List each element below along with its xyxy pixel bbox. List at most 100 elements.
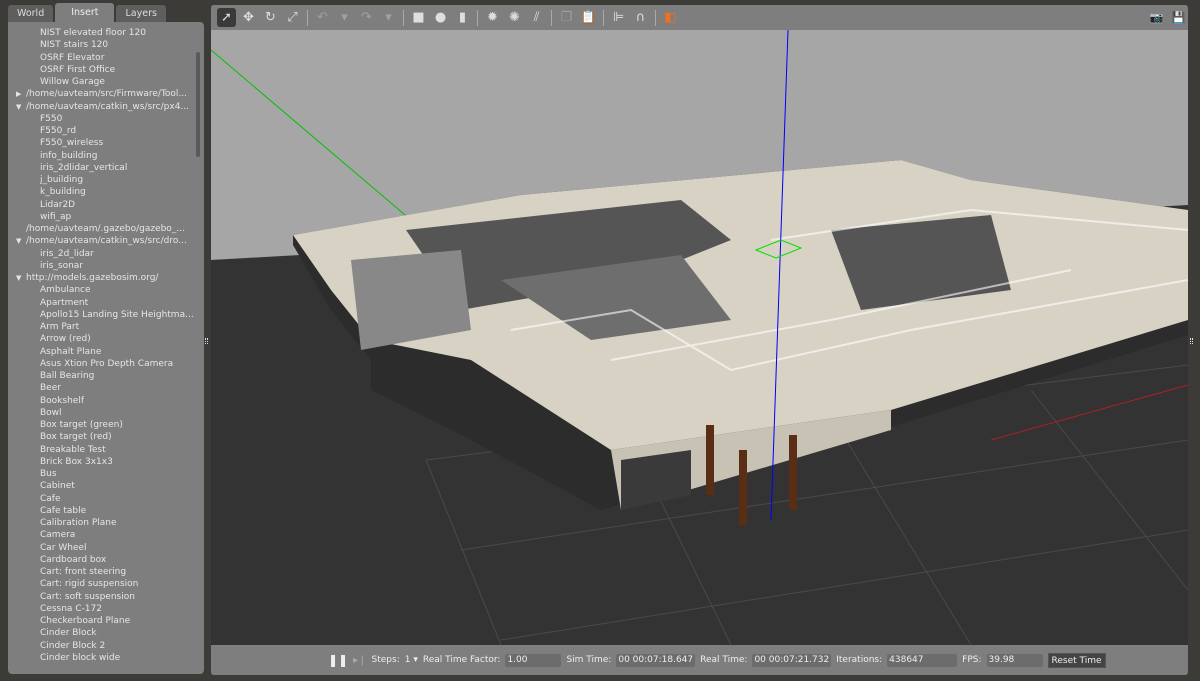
list-item[interactable]: iris_2d_lidar (8, 248, 204, 260)
list-item[interactable]: /home/uavteam/.gazebo/gazebo_... (8, 223, 204, 235)
list-item[interactable]: Cinder block wide (8, 652, 204, 664)
sim-time-value: 00 00:07:18.647 (616, 653, 696, 667)
3d-scene[interactable] (211, 29, 1188, 646)
list-item[interactable]: OSRF First Office (8, 64, 204, 76)
list-item[interactable]: Apollo15 Landing Site Heightma... (8, 309, 204, 321)
redo-dropdown-icon[interactable]: ▾ (379, 8, 398, 27)
directional-light-icon[interactable]: ⫽ (527, 8, 546, 27)
redo-icon[interactable]: ↷ (357, 8, 376, 27)
list-item[interactable]: Cardboard box (8, 554, 204, 566)
list-item[interactable]: Arm Part (8, 321, 204, 333)
list-item-label: Cinder Block (40, 628, 97, 639)
splitter-handle[interactable] (205, 338, 208, 344)
list-item[interactable]: Checkerboard Plane (8, 615, 204, 627)
list-item[interactable]: Bookshelf (8, 395, 204, 407)
list-item[interactable]: Camera (8, 529, 204, 541)
list-item[interactable]: Cart: rigid suspension (8, 578, 204, 590)
list-item[interactable]: Bus (8, 468, 204, 480)
list-item-label: Brick Box 3x1x3 (40, 456, 113, 467)
real-time-label: Real Time: (700, 655, 748, 665)
snap-icon[interactable]: ∩ (631, 8, 650, 27)
expand-arrow-icon[interactable]: ▼ (16, 235, 26, 247)
list-item[interactable]: Cinder Block 2 (8, 640, 204, 652)
copy-icon[interactable]: ❐ (557, 8, 576, 27)
model-list[interactable]: NIST elevated floor 120 NIST stairs 120 OS… (8, 22, 204, 674)
cylinder-icon[interactable]: ▮ (453, 8, 472, 27)
list-item[interactable]: Cafe table (8, 505, 204, 517)
list-item[interactable]: Cart: soft suspension (8, 591, 204, 603)
iterations-value: 438647 (887, 653, 958, 667)
point-light-icon[interactable]: ✹ (483, 8, 502, 27)
list-item[interactable]: iris_sonar (8, 260, 204, 272)
list-item[interactable]: Bowl (8, 407, 204, 419)
list-item[interactable]: Ball Bearing (8, 370, 204, 382)
align-icon[interactable]: ⊫ (609, 8, 628, 27)
list-item-label: Checkerboard Plane (40, 616, 131, 626)
scale-mode-icon[interactable]: ⤢ (283, 8, 302, 27)
rotate-mode-icon[interactable]: ↻ (261, 8, 280, 27)
screenshot-icon[interactable]: 📷 (1147, 8, 1166, 27)
list-item[interactable]: ▼/home/uavteam/catkin_ws/src/px4... (8, 101, 204, 113)
list-item[interactable]: Cafe (8, 493, 204, 505)
list-item[interactable]: Cabinet (8, 480, 204, 492)
step-button[interactable]: ▸❘ (353, 655, 366, 666)
list-item[interactable]: Brick Box 3x1x3 (8, 456, 204, 468)
list-item[interactable]: j_building (8, 174, 204, 186)
tab-world[interactable]: World (8, 5, 54, 22)
box-icon[interactable]: ■ (409, 8, 428, 27)
expand-arrow-icon[interactable]: ▼ (16, 101, 26, 113)
select-mode-icon[interactable]: ➚ (217, 8, 236, 27)
list-item[interactable]: NIST elevated floor 120 (8, 27, 204, 39)
list-item[interactable]: k_building (8, 186, 204, 198)
sphere-icon[interactable]: ● (431, 8, 450, 27)
list-item[interactable]: Car Wheel (8, 542, 204, 554)
panel-tabs: World Insert Layers (8, 3, 166, 22)
list-item[interactable]: wifi_ap (8, 211, 204, 223)
list-item[interactable]: Cinder Block (8, 627, 204, 639)
list-item[interactable]: Cessna C-172 (8, 603, 204, 615)
paste-icon[interactable]: 📋 (579, 8, 598, 27)
reset-time-button[interactable]: Reset Time (1047, 652, 1106, 668)
list-item-label: /home/uavteam/src/Firmware/Tool... (26, 89, 188, 100)
list-item[interactable]: Breakable Test (8, 444, 204, 456)
list-item[interactable]: ▶/home/uavteam/src/Firmware/Tool... (8, 88, 204, 100)
list-item[interactable]: Box target (green) (8, 419, 204, 431)
list-item[interactable]: Beer (8, 382, 204, 394)
splitter-handle-right[interactable] (1190, 338, 1193, 344)
list-item[interactable]: ▼/home/uavteam/catkin_ws/src/dro... (8, 235, 204, 247)
list-item[interactable]: Calibration Plane (8, 517, 204, 529)
translate-mode-icon[interactable]: ✥ (239, 8, 258, 27)
list-item[interactable]: F550 (8, 113, 204, 125)
list-item[interactable]: Willow Garage (8, 76, 204, 88)
tab-insert[interactable]: Insert (55, 3, 115, 22)
tab-layers[interactable]: Layers (116, 5, 166, 22)
log-icon[interactable]: 💾 (1169, 8, 1188, 27)
list-item[interactable]: F550_wireless (8, 137, 204, 149)
steps-spinner[interactable]: 1 ▾ (405, 655, 418, 665)
list-item[interactable]: iris_2dlidar_vertical (8, 162, 204, 174)
expand-arrow-icon[interactable]: ▶ (16, 88, 26, 100)
list-item[interactable]: Arrow (red) (8, 333, 204, 345)
list-item-label: http://models.gazebosim.org/ (26, 273, 159, 283)
undo-icon[interactable]: ↶ (313, 8, 332, 27)
list-item[interactable]: Lidar2D (8, 199, 204, 211)
list-item-label: k_building (40, 187, 86, 198)
toolbar-separator (403, 9, 404, 26)
list-item[interactable]: Box target (red) (8, 431, 204, 443)
list-item[interactable]: OSRF Elevator (8, 52, 204, 64)
list-item[interactable]: Cart: front steering (8, 566, 204, 578)
spot-light-icon[interactable]: ✺ (505, 8, 524, 27)
undo-dropdown-icon[interactable]: ▾ (335, 8, 354, 27)
view-angle-icon[interactable]: ◧ (661, 8, 680, 27)
list-item[interactable]: F550_rd (8, 125, 204, 137)
list-item[interactable]: Asphalt Plane (8, 346, 204, 358)
list-item[interactable]: Apartment (8, 297, 204, 309)
pause-button[interactable]: ❚❚ (328, 653, 348, 667)
list-item[interactable]: info_building (8, 150, 204, 162)
list-item[interactable]: Asus Xtion Pro Depth Camera (8, 358, 204, 370)
list-item[interactable]: ▼ http://models.gazebosim.org/ (8, 272, 204, 284)
list-item[interactable]: Ambulance (8, 284, 204, 296)
list-item[interactable]: NIST stairs 120 (8, 39, 204, 51)
expand-arrow-icon[interactable]: ▼ (16, 272, 26, 284)
scrollbar[interactable] (196, 52, 200, 157)
